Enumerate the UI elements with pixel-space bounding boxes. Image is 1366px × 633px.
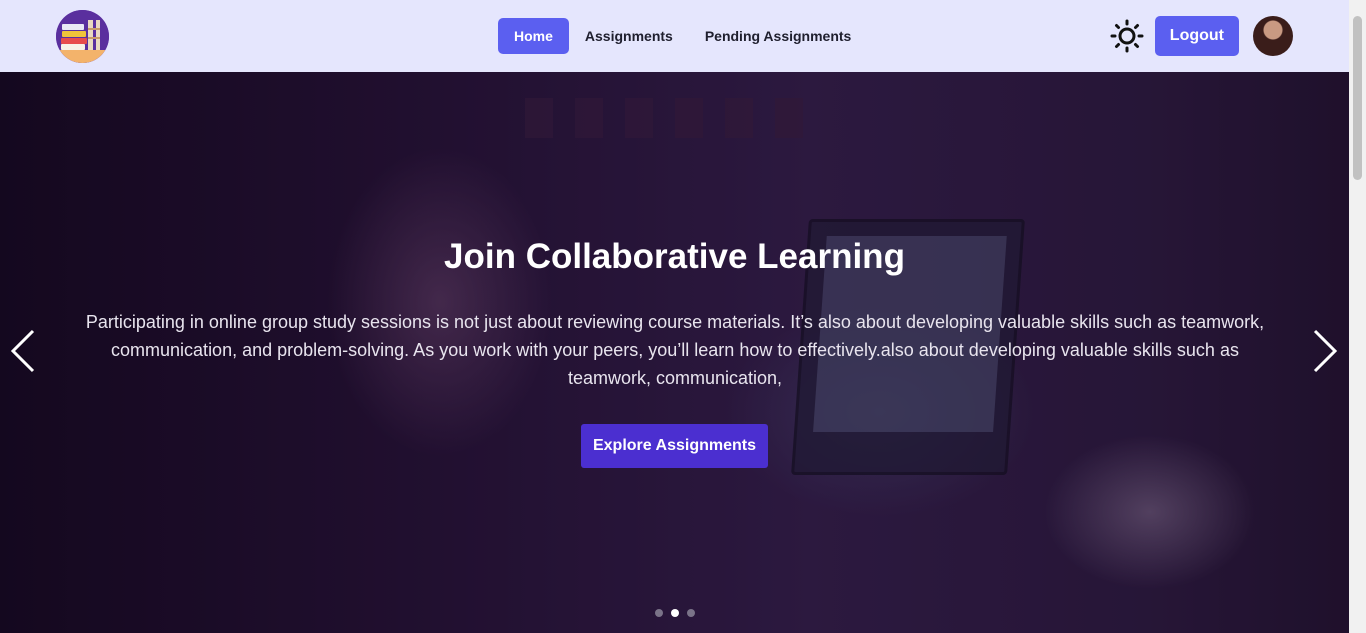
logout-button[interactable]: Logout (1154, 16, 1239, 56)
hero-title: Join Collaborative Learning (444, 237, 905, 276)
nav-actions: Logout (1109, 16, 1293, 56)
main-nav: Home Assignments Pending Assignments (498, 18, 867, 54)
nav-home[interactable]: Home (498, 18, 569, 54)
hero-carousel: Join Collaborative Learning Participatin… (0, 72, 1349, 633)
carousel-dot-2[interactable] (671, 609, 679, 617)
nav-assignments[interactable]: Assignments (569, 18, 689, 54)
hero-description: Participating in online group study sess… (85, 312, 1265, 388)
carousel-dot-1[interactable] (655, 609, 663, 617)
navbar: Home Assignments Pending Assignments Log… (0, 0, 1349, 72)
chevron-right-icon[interactable] (1310, 328, 1340, 374)
chevron-left-icon[interactable] (8, 328, 38, 374)
explore-assignments-button[interactable]: Explore Assignments (581, 424, 768, 468)
carousel-pagination (655, 609, 695, 617)
page-scrollbar[interactable] (1349, 0, 1366, 633)
sun-icon[interactable] (1109, 18, 1145, 54)
carousel-dot-3[interactable] (687, 609, 695, 617)
books-logo-icon[interactable] (56, 10, 109, 63)
scrollbar-thumb[interactable] (1353, 16, 1362, 180)
nav-pending-assignments[interactable]: Pending Assignments (689, 18, 868, 54)
user-avatar[interactable] (1253, 16, 1293, 56)
